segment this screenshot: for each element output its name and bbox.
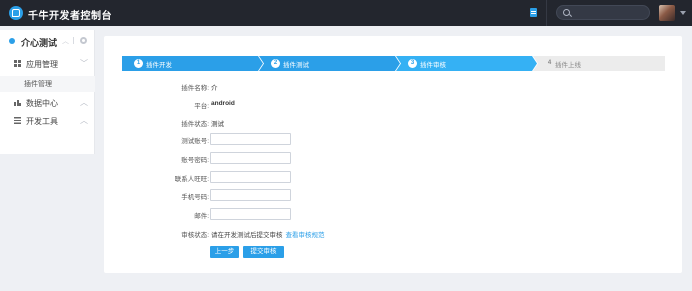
- step-arrow: [122, 56, 263, 71]
- review-guidelines-link[interactable]: 查看审核规范: [286, 232, 325, 239]
- review-status: 请在开发测试后提交审核 查看审核规范: [211, 229, 325, 239]
- main-panel: 1 插件开发 2 插件测试 3 插件审核 4 插件上线 插件名称: 介 平台: …: [104, 36, 682, 273]
- form-row-test-account: 测试账号:: [104, 133, 682, 147]
- divider: [546, 0, 547, 26]
- form-row-plugin-name: 插件名称: 介: [104, 80, 682, 94]
- step-number: 1: [134, 59, 143, 68]
- form-row-platform: 平台: android: [104, 98, 682, 112]
- phone-input[interactable]: [210, 189, 291, 201]
- form-actions: 上一步 提交审核: [104, 246, 682, 260]
- step-arrow: [396, 56, 537, 71]
- sidebar-item-app-management[interactable]: 应用管理 ﹀: [0, 56, 95, 72]
- email-input[interactable]: [210, 208, 291, 220]
- prev-step-button[interactable]: 上一步: [210, 246, 239, 258]
- plugin-name-value: 介: [211, 85, 218, 92]
- step-label: 插件开发: [146, 62, 172, 69]
- submit-review-button[interactable]: 提交审核: [243, 246, 284, 258]
- sidebar-item-label: 插件管理: [24, 81, 52, 88]
- sidebar: 介心测试 ︿ 应用管理 ﹀ 插件管理 数据中心 ︿ 开发工具 ︿: [0, 30, 95, 154]
- sidebar-title[interactable]: 介心测试: [21, 36, 57, 49]
- step-plugin-review[interactable]: 3 插件审核: [396, 56, 537, 71]
- logo-icon[interactable]: [9, 6, 23, 20]
- form-row-email: 邮件:: [104, 208, 682, 222]
- form-row-status: 插件状态: 测试: [104, 116, 682, 130]
- chevron-down-icon[interactable]: [680, 11, 686, 15]
- list-icon: [14, 117, 21, 124]
- sidebar-item-label: 数据中心: [26, 99, 58, 108]
- field-label: 手机号码:: [181, 194, 209, 201]
- field-label: 联系人旺旺:: [174, 176, 209, 183]
- gear-icon[interactable]: [80, 37, 87, 44]
- field-label: 平台:: [194, 103, 209, 110]
- step-plugin-test[interactable]: 2 插件测试: [259, 56, 400, 71]
- review-text: 请在开发测试后提交审核: [211, 232, 283, 239]
- search-input[interactable]: [556, 5, 650, 20]
- app-dot-icon: [9, 38, 15, 44]
- app-title[interactable]: 千牛开发者控制台: [28, 7, 112, 22]
- field-label: 邮件:: [194, 213, 209, 220]
- step-label: 插件测试: [283, 62, 309, 69]
- form-row-phone: 手机号码:: [104, 189, 682, 203]
- sidebar-item-data-center[interactable]: 数据中心 ︿: [0, 95, 95, 111]
- chevron-up-icon: ︿: [80, 116, 88, 125]
- field-label: 审核状态:: [181, 232, 209, 239]
- sidebar-header: 介心测试 ︿: [0, 30, 95, 52]
- progress-steps: 1 插件开发 2 插件测试 3 插件审核 4 插件上线: [122, 56, 665, 71]
- grid-icon: [14, 60, 21, 67]
- step-plugin-develop[interactable]: 1 插件开发: [122, 56, 263, 71]
- step-number: 3: [408, 59, 417, 68]
- form-row-review-status: 审核状态: 请在开发测试后提交审核 查看审核规范: [104, 227, 682, 241]
- form-row-account-password: 账号密码:: [104, 152, 682, 166]
- bar-chart-icon: [14, 99, 21, 106]
- sidebar-item-dev-tools[interactable]: 开发工具 ︿: [0, 113, 95, 129]
- platform-value: android: [211, 100, 235, 107]
- step-number: 2: [271, 59, 280, 68]
- step-label: 插件上线: [555, 62, 581, 69]
- form-row-contact: 联系人旺旺:: [104, 171, 682, 185]
- step-number: 4: [547, 60, 552, 66]
- divider: [73, 37, 74, 44]
- field-label: 测试账号:: [181, 138, 209, 145]
- field-label: 插件名称:: [181, 85, 209, 92]
- account-password-input[interactable]: [210, 152, 291, 164]
- avatar[interactable]: [659, 5, 675, 21]
- field-label: 插件状态:: [181, 121, 209, 128]
- step-label: 插件审核: [420, 62, 446, 69]
- sidebar-item-label: 开发工具: [26, 117, 58, 126]
- status-value: 测试: [211, 121, 224, 128]
- step-plugin-launch[interactable]: 4 插件上线: [533, 56, 665, 71]
- chevron-up-icon[interactable]: ︿: [62, 36, 69, 46]
- chevron-up-icon: ︿: [80, 98, 88, 107]
- contact-wangwang-input[interactable]: [210, 171, 291, 183]
- test-account-input[interactable]: [210, 133, 291, 145]
- document-icon[interactable]: [530, 8, 537, 17]
- sidebar-item-plugin-management[interactable]: 插件管理: [0, 76, 95, 92]
- search-icon: [563, 9, 570, 16]
- sidebar-item-label: 应用管理: [26, 60, 58, 69]
- field-label: 账号密码:: [181, 157, 209, 164]
- top-bar: 千牛开发者控制台: [0, 0, 692, 26]
- chevron-down-icon: ﹀: [80, 59, 88, 68]
- step-arrow: [259, 56, 400, 71]
